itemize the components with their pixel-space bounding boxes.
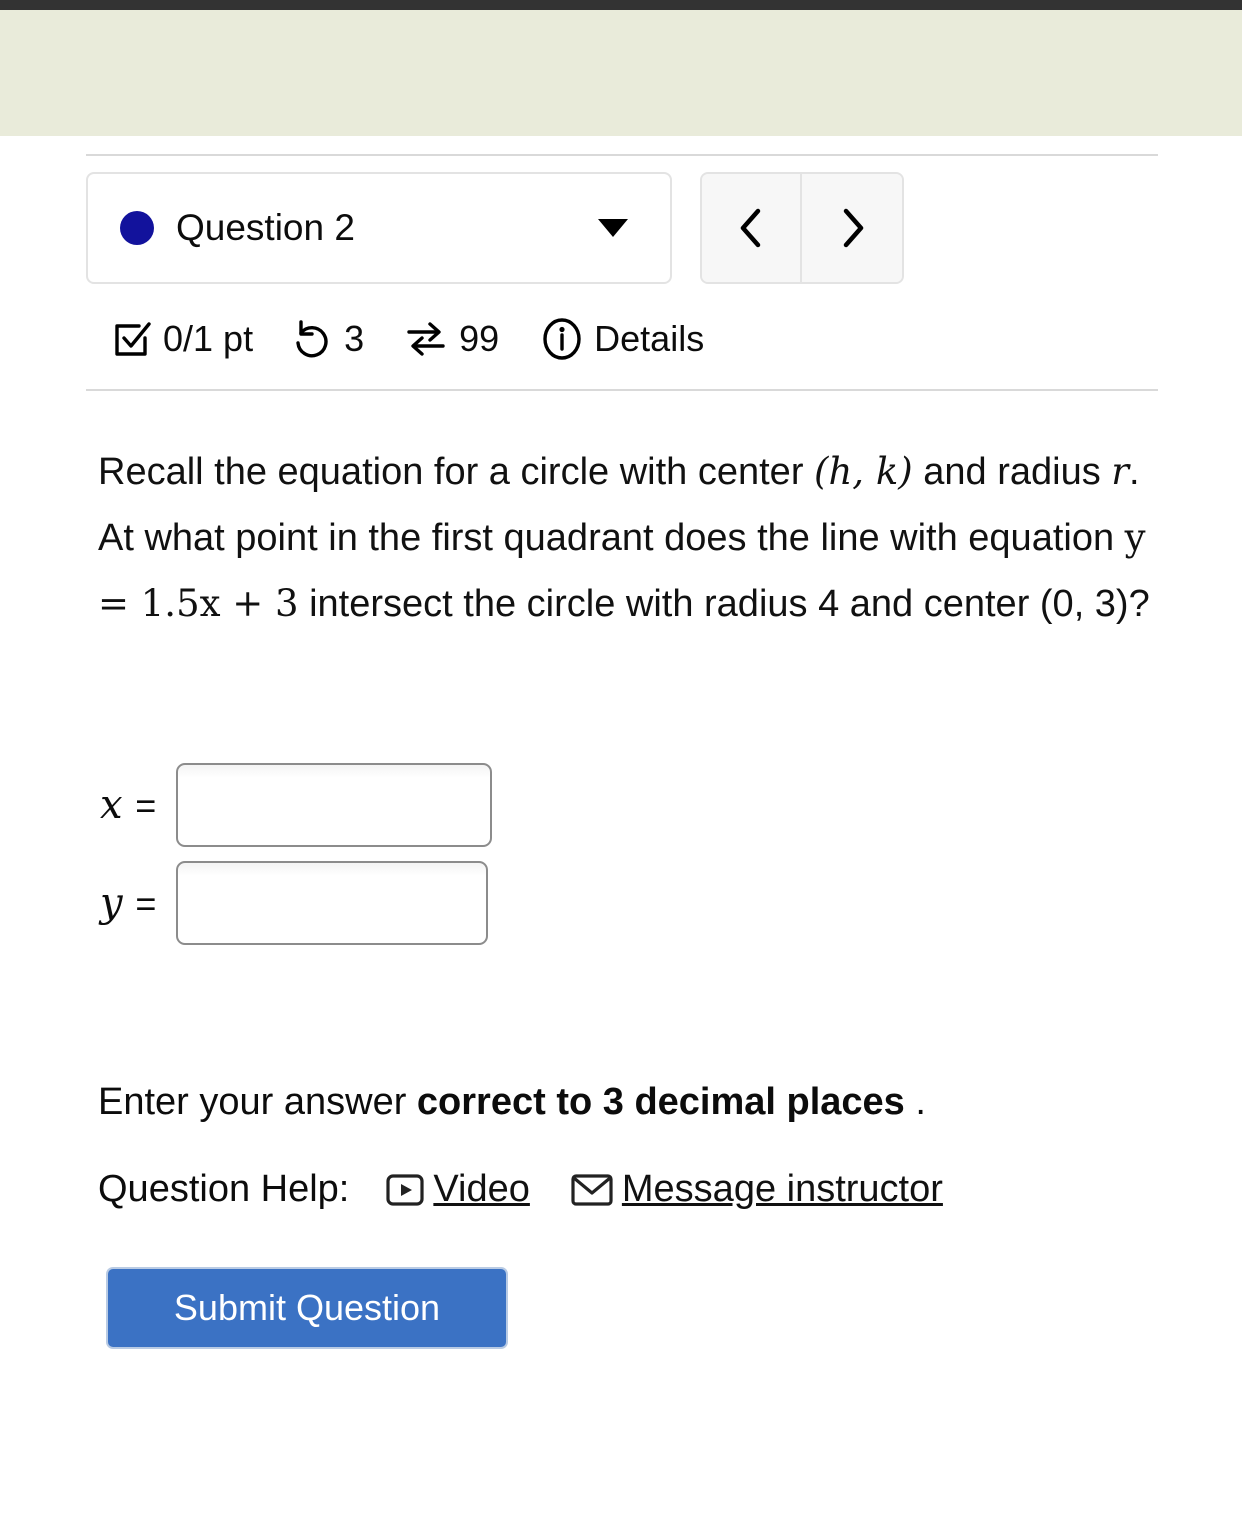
y-variable: y [100, 880, 123, 926]
envelope-icon [571, 1173, 613, 1206]
answer-fields: x = y = [100, 759, 1242, 949]
answer-input-y[interactable] [176, 861, 488, 945]
note-suffix: . [904, 1081, 926, 1123]
question-text-2: and radius [912, 451, 1112, 493]
question-help-row: Question Help: Video Message instructor [98, 1168, 1242, 1211]
question-header-row: Question 2 [86, 172, 1242, 284]
note-prefix: Enter your answer [98, 1081, 417, 1123]
question-nav-group [700, 172, 904, 284]
equals-sign-x: = [135, 785, 157, 826]
details-label: Details [594, 318, 705, 359]
browser-top-bar [0, 0, 1242, 10]
answer-label-y: y = [100, 883, 176, 923]
info-circle-icon [543, 318, 581, 360]
divider-top [86, 154, 1158, 156]
tries-value: 3 [344, 318, 365, 359]
retries-value: 99 [459, 318, 500, 359]
answer-input-x[interactable] [176, 763, 492, 847]
checkbox-checked-icon [115, 322, 151, 356]
message-instructor-label: Message instructor [621, 1168, 943, 1210]
message-instructor-link[interactable]: Message instructor [570, 1168, 943, 1211]
previous-question-button[interactable] [702, 174, 802, 282]
chevron-right-icon [843, 208, 864, 248]
tries-status: 3 [291, 318, 364, 360]
swap-arrows-icon [407, 322, 445, 356]
divider-middle [86, 389, 1158, 391]
details-button[interactable]: Details [541, 317, 704, 361]
question-status-row: 0/1 pt 3 99 Details [112, 312, 1242, 366]
answer-label-x: x = [100, 785, 176, 825]
answer-row-y: y = [100, 857, 1242, 949]
video-help-label: Video [433, 1168, 530, 1210]
question-page: Question 2 0/1 pt 3 99 Details Recall th… [0, 154, 1242, 1349]
video-play-icon [386, 1173, 424, 1206]
answer-precision-note: Enter your answer correct to 3 decimal p… [98, 1081, 1242, 1124]
question-status-dot [120, 211, 154, 245]
equals-sign-y: = [135, 883, 157, 924]
question-help-label: Question Help: [98, 1168, 350, 1210]
question-selector-label: Question 2 [176, 207, 355, 248]
question-selector-dropdown[interactable]: Question 2 [86, 172, 672, 284]
retries-status: 99 [404, 318, 499, 360]
undo-arrow-icon [296, 320, 328, 358]
radius-variable: r [1111, 450, 1129, 493]
submit-question-button[interactable]: Submit Question [106, 1267, 508, 1349]
note-emphasis: correct to 3 decimal places [416, 1081, 905, 1123]
center-expression: (h, k) [814, 450, 913, 493]
question-text-1: Recall the equation for a circle with ce… [98, 451, 815, 493]
points-status: 0/1 pt [112, 318, 253, 360]
chevron-down-icon [598, 219, 628, 237]
chevron-left-icon [740, 208, 761, 248]
question-text-4: intersect the circle with radius 4 and c… [298, 583, 1150, 625]
points-value: 0/1 pt [163, 318, 254, 359]
answer-row-x: x = [100, 759, 1242, 851]
question-prompt: Recall the equation for a circle with ce… [98, 439, 1160, 637]
video-help-link[interactable]: Video [385, 1168, 530, 1211]
page-banner [0, 10, 1242, 136]
x-variable: x [100, 782, 123, 828]
next-question-button[interactable] [802, 174, 902, 282]
